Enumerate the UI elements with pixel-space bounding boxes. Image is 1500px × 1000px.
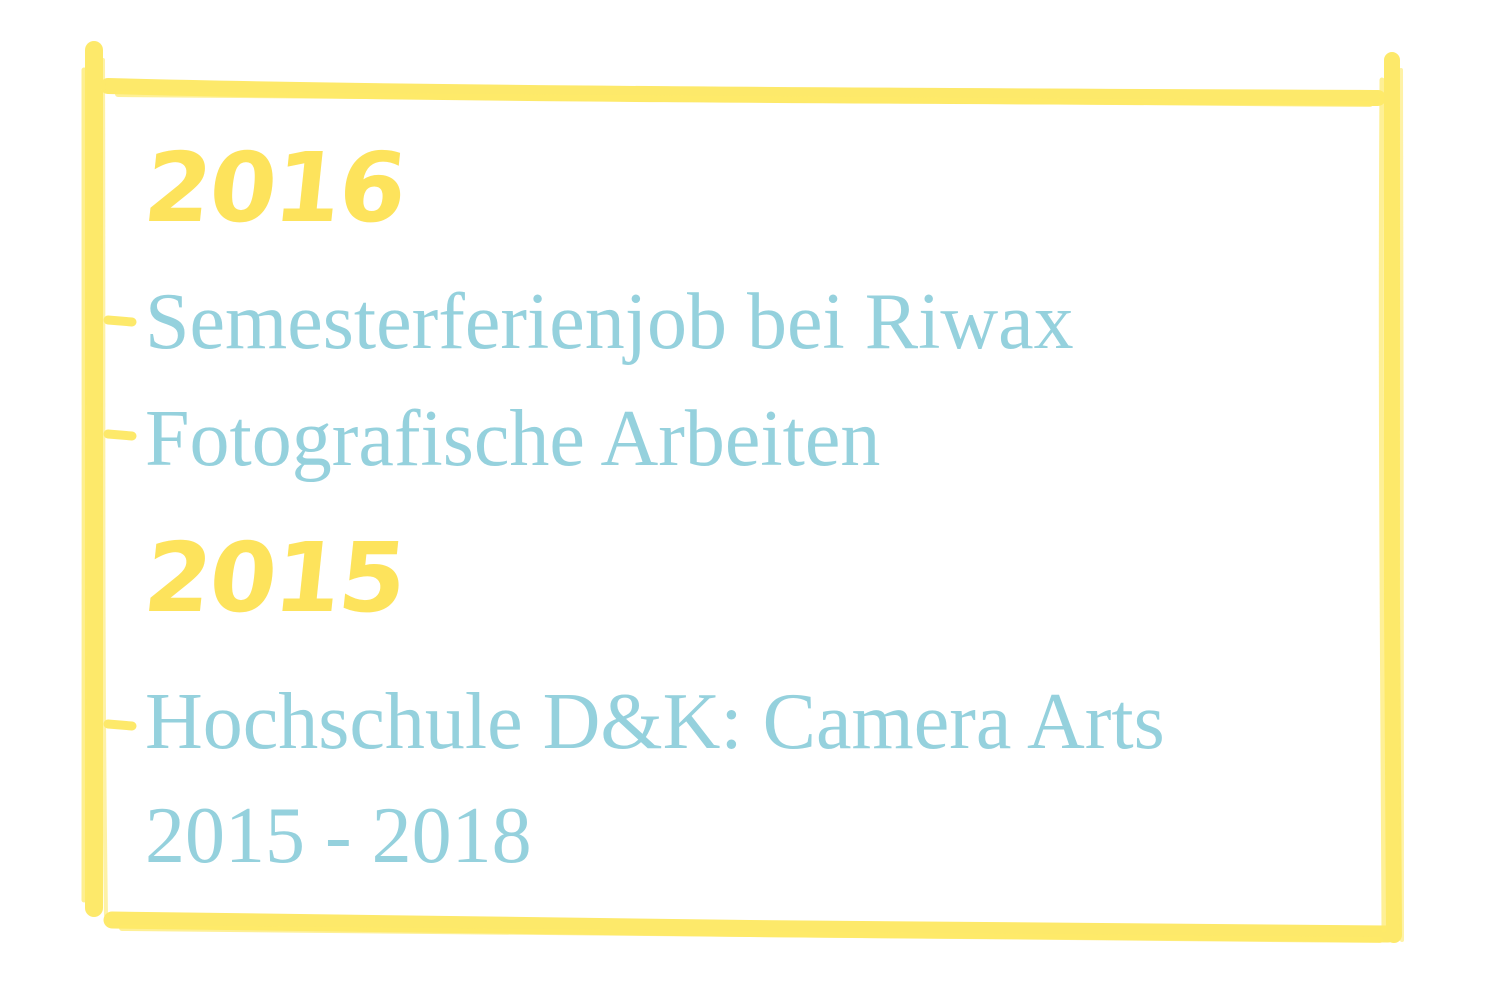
timeline-card: 2016 Semesterferienjob bei Riwax Fotogra…: [0, 0, 1500, 1000]
tick-mark: [103, 315, 137, 327]
frame-right-edge-texture: [1378, 77, 1387, 933]
tick-mark: [103, 719, 137, 731]
frame-left-edge: [84, 41, 104, 917]
entry-2015-line-2: 2015 - 2018: [145, 792, 532, 880]
frame-right-edge-texture-2: [1399, 68, 1404, 942]
frame-left-edge-texture: [80, 67, 88, 903]
year-heading-2016: 2016: [139, 132, 411, 244]
frame-left-edge-texture-2: [101, 58, 108, 917]
entry-2016-line-2: Fotografische Arbeiten: [145, 395, 881, 483]
entry-2015-line-1: Hochschule D&K: Camera Arts: [145, 678, 1165, 766]
entry-2016-line-1: Semesterferienjob bei Riwax: [145, 278, 1074, 366]
year-heading-2015: 2015: [139, 522, 411, 634]
tick-mark: [103, 429, 137, 441]
frame-right-edge: [1383, 52, 1402, 943]
